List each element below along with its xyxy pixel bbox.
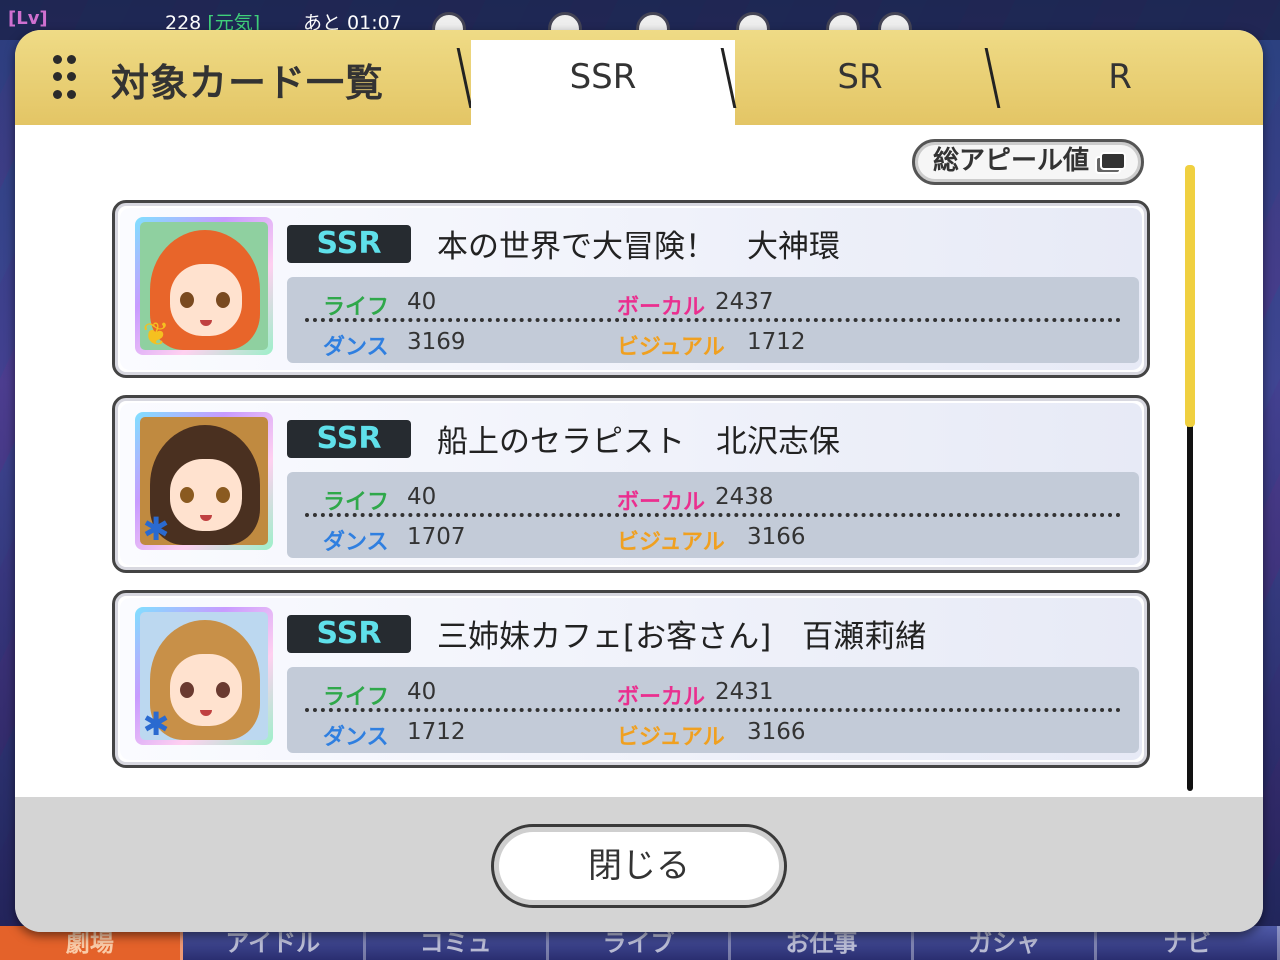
rarity-badge: SSR (287, 225, 411, 263)
vocal-value: 2438 (715, 484, 774, 510)
card-portrait: ❦ (135, 217, 273, 355)
fairy-star-icon: ✱ (142, 510, 170, 545)
modal-footer: 閉じる (15, 797, 1263, 932)
card-list: 総アピール値 ❦ SSR 本の世界で大冒険！ 大神環 ライフ 40 ボーカル 2… (15, 125, 1263, 797)
sort-button[interactable]: 総アピール値 (912, 139, 1144, 185)
visual-value: 3166 (747, 719, 806, 745)
life-value: 40 (407, 679, 437, 705)
divider (305, 318, 1121, 322)
rarity-badge: SSR (287, 420, 411, 458)
rarity-badge: SSR (287, 615, 411, 653)
card-list-item[interactable]: ✱ SSR 船上のセラピスト 北沢志保 ライフ 40 ボーカル 2438 ダンス… (112, 395, 1150, 573)
card-name: 本の世界で大冒険！ 大神環 (437, 229, 840, 265)
vocal-label: ボーカル (617, 685, 706, 710)
dance-label: ダンス (323, 725, 389, 750)
vocal-value: 2437 (715, 289, 774, 315)
card-portrait: ✱ (135, 607, 273, 745)
modal-title: 対象カード一覧 (111, 61, 385, 105)
tab-r[interactable]: R (995, 40, 1245, 125)
divider (305, 513, 1121, 517)
close-button[interactable]: 閉じる (491, 824, 787, 908)
card-name: 船上のセラピスト 北沢志保 (437, 424, 840, 460)
dance-label: ダンス (323, 335, 389, 360)
tab-ssr[interactable]: SSR (471, 40, 735, 125)
card-stats: ライフ 40 ボーカル 2431 ダンス 1712 ビジュアル 3166 (287, 667, 1139, 753)
visual-value: 1712 (747, 329, 806, 355)
visual-label: ビジュアル (617, 335, 725, 360)
vocal-value: 2431 (715, 679, 774, 705)
scrollbar-thumb[interactable] (1185, 165, 1195, 427)
sort-label: 総アピール値 (933, 146, 1090, 176)
vocal-label: ボーカル (617, 490, 706, 515)
card-list-modal: 対象カード一覧 SSR SR R 総アピール値 ❦ SSR 本の世界で大冒険！ … (15, 30, 1263, 932)
visual-label: ビジュアル (617, 725, 725, 750)
card-name: 三姉妹カフェ[お客さん] 百瀬莉緒 (437, 619, 927, 655)
dance-value: 1707 (407, 524, 466, 550)
life-label: ライフ (323, 490, 390, 515)
divider (305, 708, 1121, 712)
card-stats: ライフ 40 ボーカル 2438 ダンス 1707 ビジュアル 3166 (287, 472, 1139, 558)
dance-value: 3169 (407, 329, 466, 355)
life-value: 40 (407, 289, 437, 315)
card-list-item[interactable]: ❦ SSR 本の世界で大冒険！ 大神環 ライフ 40 ボーカル 2437 ダンス… (112, 200, 1150, 378)
vocal-label: ボーカル (617, 295, 706, 320)
dance-value: 1712 (407, 719, 466, 745)
angel-wing-icon: ❦ (142, 315, 170, 350)
card-list-item[interactable]: ✱ SSR 三姉妹カフェ[お客さん] 百瀬莉緒 ライフ 40 ボーカル 2431… (112, 590, 1150, 768)
drag-handle-icon[interactable] (53, 55, 77, 103)
card-stats: ライフ 40 ボーカル 2437 ダンス 3169 ビジュアル 1712 (287, 277, 1139, 363)
sort-toggle-icon (1095, 152, 1126, 174)
fairy-star-icon: ✱ (142, 705, 170, 740)
dance-label: ダンス (323, 530, 389, 555)
visual-value: 3166 (747, 524, 806, 550)
life-value: 40 (407, 484, 437, 510)
level-label: [Lv] (8, 8, 48, 29)
visual-label: ビジュアル (617, 530, 725, 555)
tab-sr[interactable]: SR (735, 40, 985, 125)
life-label: ライフ (323, 295, 390, 320)
card-portrait: ✱ (135, 412, 273, 550)
tab-divider (456, 48, 473, 108)
life-label: ライフ (323, 685, 390, 710)
modal-header: 対象カード一覧 SSR SR R (15, 30, 1263, 125)
